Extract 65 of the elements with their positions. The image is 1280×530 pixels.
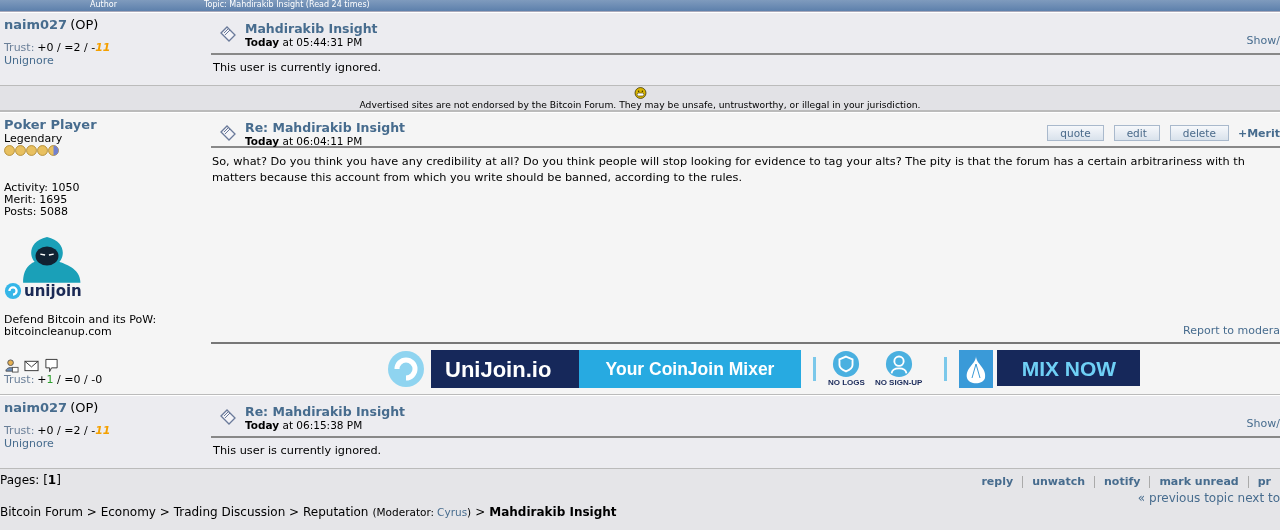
- op-tag: (OP): [70, 17, 99, 32]
- post-subject-link[interactable]: Mahdirakib Insight: [245, 21, 378, 36]
- topic-action-link[interactable]: pr: [1247, 476, 1280, 488]
- banner-mix-now: MIX NOW: [997, 350, 1141, 386]
- author-column-heading: Author: [89, 0, 118, 11]
- coin-icon: [37, 145, 48, 156]
- unignore-link[interactable]: Unignore: [4, 54, 207, 67]
- author-link[interactable]: naim027: [4, 400, 68, 415]
- merit-link[interactable]: +Merit: [1237, 127, 1280, 140]
- trust-score: Trust: +0 / =2 / -11: [4, 424, 112, 437]
- current-topic: Mahdirakib Insight: [489, 505, 617, 519]
- banner-brand: UniJoin.io: [431, 350, 579, 388]
- post-subject-link[interactable]: Re: Mahdirakib Insight: [245, 404, 406, 419]
- topic-heading: Topic: Mahdirakib Insight (Read 24 times): [204, 0, 370, 11]
- topic-action-link[interactable]: unwatch: [1022, 476, 1094, 488]
- show-hide-link[interactable]: Show/: [1246, 417, 1280, 430]
- breadcrumb-path[interactable]: Bitcoin Forum > Economy > Trading Discussion > Reputation: [0, 505, 369, 519]
- profile-icon[interactable]: [4, 358, 19, 373]
- envelope-icon[interactable]: [24, 358, 39, 373]
- coin-icon: [4, 145, 15, 156]
- post-date: Today at 06:04:11 PM: [245, 135, 364, 147]
- moderator-label: (Moderator:: [372, 506, 435, 518]
- topic-action-link[interactable]: reply: [972, 476, 1023, 488]
- post-action-button[interactable]: delete: [1169, 125, 1229, 141]
- post-date: Today at 06:15:38 PM: [245, 419, 364, 431]
- show-hide-link[interactable]: Show/: [1246, 34, 1280, 47]
- personal-text: bitcoincleanup.com: [4, 326, 113, 338]
- banner-slogan: Your CoinJoin Mixer: [579, 350, 801, 388]
- op-tag: (OP): [70, 400, 99, 415]
- coin-icon: [26, 145, 37, 156]
- banner-feature: NO SIGN-UP: [874, 350, 923, 387]
- post-icon: [218, 123, 238, 143]
- author-link[interactable]: Poker Player: [4, 117, 97, 132]
- post-body-text: matters because this account from which you write should be banned, according to the rules.: [212, 170, 744, 186]
- post-body-text: This user is currently ignored.: [213, 443, 383, 459]
- post-subject-link[interactable]: Re: Mahdirakib Insight: [245, 120, 406, 135]
- hooded-figure-avatar-drawing: unijoin: [4, 228, 90, 300]
- personal-text: Defend Bitcoin and its PoW:: [4, 314, 158, 326]
- banner-feature: NO LOGS: [828, 350, 865, 387]
- breadcrumb-separator: >: [475, 505, 486, 519]
- author-link[interactable]: naim027: [4, 17, 68, 32]
- pages-indicator: Pages: [1]: [0, 473, 61, 488]
- trust-score: Trust: +1 / =0 / -0: [4, 373, 104, 386]
- report-link[interactable]: Report to modera: [1183, 324, 1280, 337]
- trust-score: Trust: +0 / =2 / -11: [4, 41, 112, 54]
- topic-action-link[interactable]: notify: [1094, 476, 1150, 488]
- coin-icon: [15, 145, 26, 156]
- speech-bubble-icon[interactable]: [44, 358, 59, 373]
- post-icon: [218, 24, 238, 44]
- post-action-button[interactable]: edit: [1113, 125, 1160, 141]
- post-body-text: This user is currently ignored.: [213, 60, 383, 76]
- topic-navigation-link[interactable]: « previous topic next to: [1137, 491, 1280, 505]
- unignore-link[interactable]: Unignore: [4, 437, 207, 450]
- post-date: Today at 05:44:31 PM: [245, 36, 364, 48]
- user-stat: Activity: 1050: [4, 182, 81, 194]
- topic-action-link[interactable]: mark unread: [1149, 476, 1248, 488]
- coin-icon: [48, 145, 59, 156]
- user-stat: Posts: 5088: [4, 206, 69, 218]
- rank-label: Legendary: [4, 132, 64, 145]
- ad-disclaimer: Advertised sites are not endorsed by the Bitcoin Forum. They may be unsafe, untrustworthy, or illegal in your jurisdiction.: [359, 99, 921, 110]
- post-body-text: So, what? Do you think you have any credibility at all? Do you think people will stop looking for evidence to tag your alts? The pity is that the forum has a certain arbitrariness with th: [212, 154, 1246, 170]
- post-icon: [218, 407, 238, 427]
- moderator-label-end: ): [467, 506, 472, 518]
- post-action-button[interactable]: quote: [1047, 125, 1104, 141]
- user-stat: Merit: 1695: [4, 194, 69, 206]
